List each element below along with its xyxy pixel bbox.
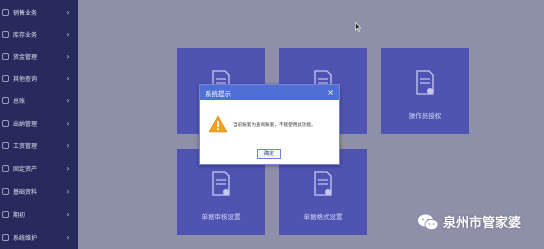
- chevron-right-icon: ›: [66, 232, 70, 242]
- dialog-header: 系统提示 ×: [200, 85, 339, 100]
- sidebar: 销售业务 › 库存业务 › 资金管理 › 其他查询 › 总账 › 出纳管理 › …: [0, 0, 78, 249]
- sidebar-item-opening[interactable]: 期初 ›: [0, 203, 78, 225]
- sidebar-item-label: 出纳管理: [13, 120, 38, 128]
- chevron-right-icon: ›: [66, 163, 70, 173]
- sidebar-item-label: 总账: [13, 97, 26, 105]
- document-icon: [212, 171, 230, 196]
- chevron-right-icon: ›: [66, 95, 70, 105]
- sidebar-item-label: 固定资产: [13, 165, 38, 173]
- sidebar-item-label: 期初: [13, 211, 26, 219]
- sidebar-item-cashier[interactable]: 出纳管理 ›: [0, 112, 78, 134]
- sidebar-item-label: 库存业务: [13, 31, 38, 39]
- chevron-right-icon: ›: [66, 140, 70, 150]
- dialog-message: 当前账套为查询账套，不能使用此功能。: [233, 123, 316, 128]
- wechat-logo-icon: [418, 214, 439, 230]
- search-icon: [2, 74, 9, 82]
- system-prompt-dialog: 系统提示 × 当前账套为查询账套，不能使用此功能。 确定: [199, 84, 340, 165]
- document-icon: [314, 171, 332, 196]
- operator-authorization-tile[interactable]: 操作员授权: [381, 48, 469, 134]
- sidebar-item-label: 工资管理: [13, 142, 38, 150]
- money-icon: [2, 52, 9, 60]
- sidebar-item-fixed-assets[interactable]: 固定资产 ›: [0, 157, 78, 179]
- sidebar-item-label: 资金管理: [13, 53, 38, 61]
- cart-icon: [2, 8, 9, 16]
- sidebar-item-sales[interactable]: 销售业务 ›: [0, 1, 78, 23]
- watermark-text: 泉州市管家婆: [443, 216, 522, 231]
- asset-icon: [2, 164, 9, 172]
- sidebar-item-inventory[interactable]: 库存业务 ›: [0, 23, 78, 45]
- watermark: 泉州市管家婆: [417, 212, 521, 231]
- sidebar-item-other-query[interactable]: 其他查询 ›: [0, 67, 78, 89]
- sidebar-item-label: 其他查询: [13, 75, 38, 83]
- box-icon: [2, 30, 9, 38]
- cashier-icon: [2, 119, 9, 127]
- sidebar-item-basic-data[interactable]: 基础资料 ›: [0, 180, 78, 202]
- warning-icon: [208, 115, 228, 133]
- chevron-right-icon: ›: [66, 73, 70, 83]
- chevron-right-icon: ›: [66, 51, 70, 61]
- data-icon: [2, 187, 9, 195]
- ledger-icon: [2, 96, 9, 104]
- close-icon[interactable]: ×: [327, 88, 334, 97]
- tile-label: 单据格式设置: [303, 213, 343, 221]
- tile-label: 单据审核设置: [201, 213, 241, 221]
- sidebar-item-salary[interactable]: 工资管理 ›: [0, 134, 78, 156]
- chevron-right-icon: ›: [66, 7, 70, 17]
- sidebar-item-label: 系统维护: [13, 234, 38, 242]
- chevron-right-icon: ›: [66, 118, 70, 128]
- chevron-right-icon: ›: [66, 209, 70, 219]
- dialog-title: 系统提示: [205, 89, 231, 98]
- salary-icon: [2, 141, 9, 149]
- chevron-right-icon: ›: [66, 29, 70, 39]
- opening-icon: [2, 210, 9, 218]
- document-icon: [416, 70, 434, 95]
- ok-button[interactable]: 确定: [257, 149, 281, 159]
- settings-icon: [2, 233, 9, 241]
- sidebar-item-funds[interactable]: 资金管理 ›: [0, 45, 78, 67]
- sidebar-item-label: 基础资料: [13, 188, 38, 196]
- sidebar-item-ledger[interactable]: 总账 ›: [0, 89, 78, 111]
- chevron-right-icon: ›: [66, 186, 70, 196]
- sidebar-item-system[interactable]: 系统维护 ›: [0, 226, 78, 248]
- sidebar-item-label: 销售业务: [13, 9, 38, 17]
- tile-label: 操作员授权: [408, 112, 442, 120]
- mouse-cursor-icon: [355, 22, 361, 32]
